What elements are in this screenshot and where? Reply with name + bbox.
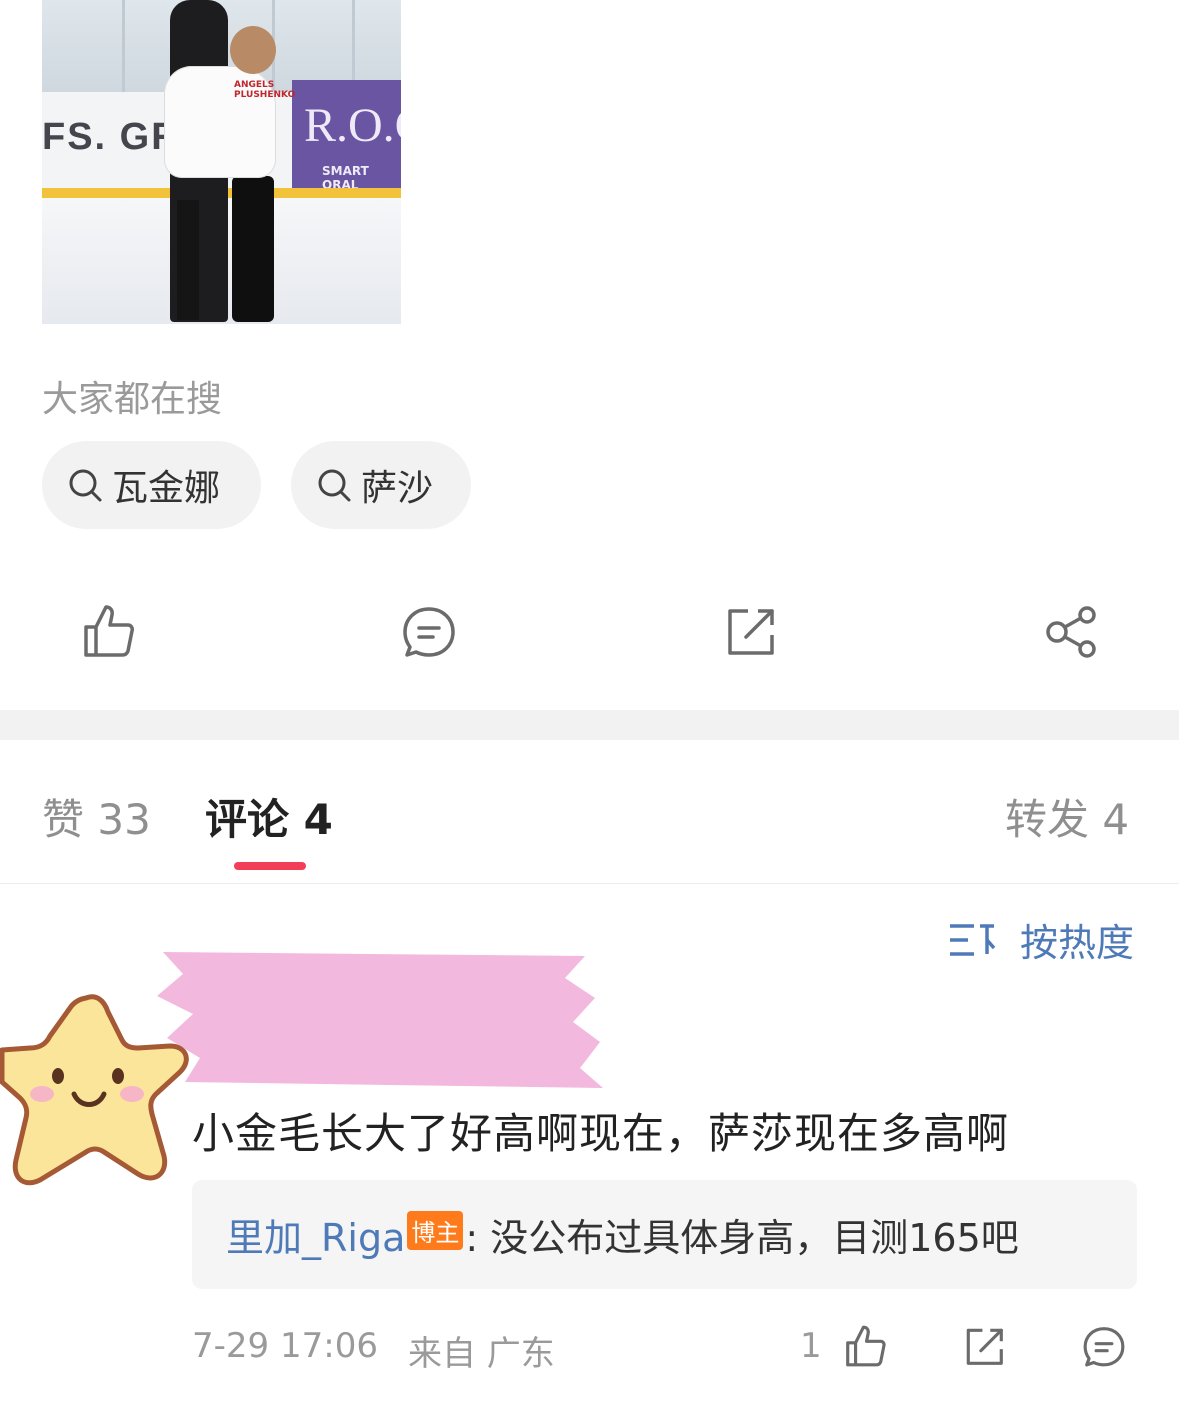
- comment-reply-button[interactable]: [1082, 1322, 1126, 1370]
- repost-icon: [966, 1328, 1003, 1365]
- trending-chip[interactable]: 瓦金娜: [42, 441, 261, 529]
- reply-preview[interactable]: 里加_Riga 博主 : 没公布过具体身高，目测165吧: [192, 1180, 1137, 1289]
- blogger-badge: 博主: [407, 1211, 464, 1250]
- photo-detail: R.O.C: [304, 99, 401, 152]
- repost-icon: [728, 609, 774, 655]
- trending-title: 大家都在搜: [42, 379, 223, 420]
- photo-detail: [122, 0, 125, 92]
- reply-text: : 没公布过具体身高，目测165吧: [465, 1216, 1019, 1260]
- sort-label: 按热度: [1020, 921, 1135, 965]
- trending-chip-label: 萨沙: [361, 468, 434, 509]
- comment-timestamp: 7-29 17:06: [192, 1326, 378, 1366]
- photo-detail: [230, 26, 276, 74]
- tab-likes[interactable]: 赞 33: [42, 786, 151, 847]
- comment-text: 小金毛长大了好高啊现在，萨莎现在多高啊: [192, 1109, 1010, 1158]
- search-icon: [318, 469, 351, 502]
- trending-chip-label: 瓦金娜: [112, 468, 221, 509]
- trending-chip[interactable]: 萨沙: [291, 441, 471, 529]
- share-icon: [1046, 606, 1096, 658]
- comment-icon: [403, 607, 455, 657]
- search-icon: [69, 469, 102, 502]
- comment-button[interactable]: [401, 601, 457, 661]
- thumbs-up-icon: [846, 1325, 886, 1367]
- repost-button[interactable]: [722, 601, 778, 661]
- sort-button[interactable]: 按热度: [948, 912, 1134, 967]
- photo-detail: ANGELS PLUSHENKO: [234, 80, 296, 100]
- photo-detail: [352, 0, 355, 92]
- comment-location: 来自 广东: [408, 1334, 555, 1374]
- tab-divider: [0, 883, 1179, 884]
- tab-comments[interactable]: 评论 4: [205, 786, 333, 847]
- like-button[interactable]: [80, 601, 136, 661]
- comment-like-count: 1: [800, 1326, 822, 1366]
- thumbs-up-icon: [84, 605, 134, 657]
- photo-detail: [177, 200, 199, 320]
- avatar[interactable]: [0, 990, 190, 1190]
- post-image[interactable]: FS. GRO R.O.C SMART ORAL ANGELSPLUSHENKO: [42, 0, 401, 324]
- section-divider: [0, 710, 1179, 740]
- sort-icon: [950, 923, 996, 956]
- comment-icon: [1083, 1327, 1125, 1367]
- tab-reposts[interactable]: 转发 4: [1005, 786, 1129, 847]
- reply-author[interactable]: 里加_Riga: [226, 1207, 405, 1262]
- comment-like-button[interactable]: [843, 1322, 887, 1370]
- comment-repost-button[interactable]: [962, 1322, 1006, 1370]
- username-redaction: [157, 952, 603, 1088]
- active-tab-indicator: [234, 862, 306, 870]
- photo-detail: [232, 176, 274, 322]
- share-button[interactable]: [1043, 601, 1099, 661]
